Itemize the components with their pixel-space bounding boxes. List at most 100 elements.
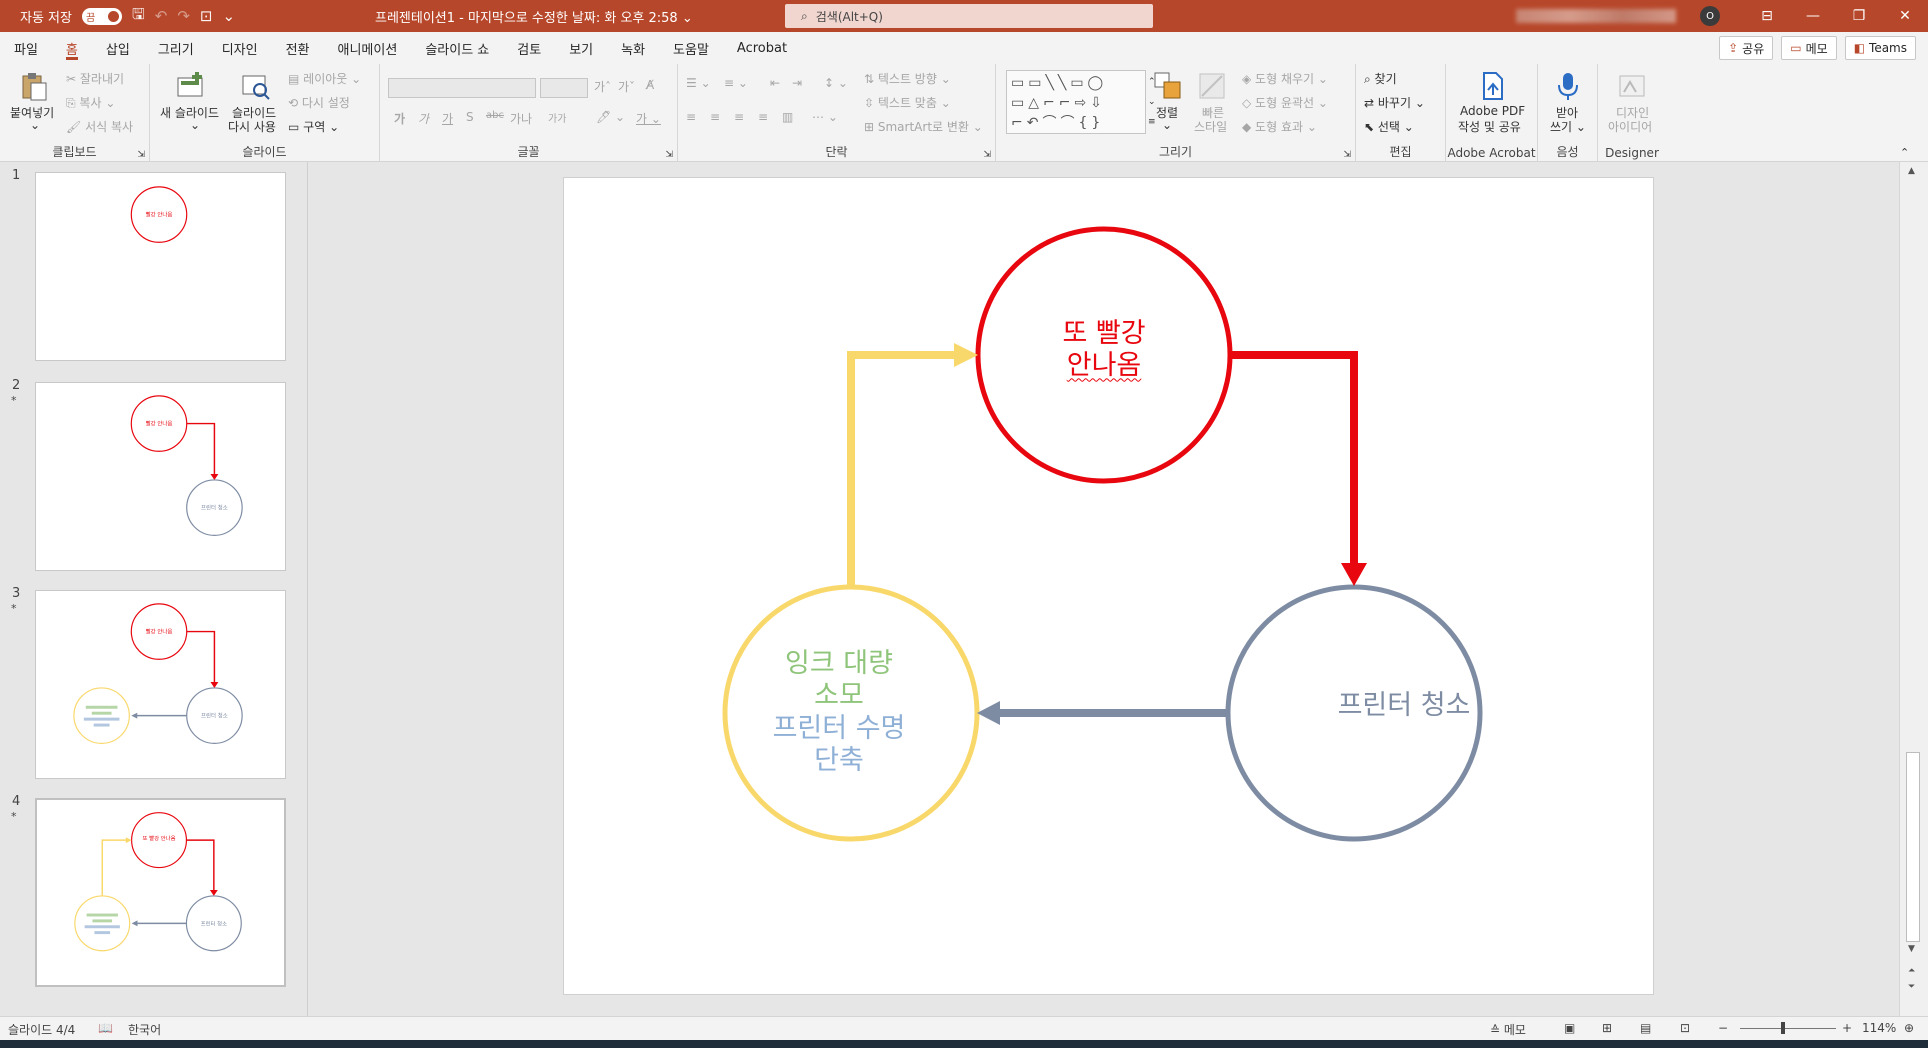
redo-icon[interactable]: ↷ bbox=[177, 7, 190, 25]
numbering-icon[interactable]: ≡ ⌄ bbox=[724, 76, 748, 90]
previous-slide-icon[interactable]: ⏶ bbox=[1908, 966, 1915, 976]
decrease-font-icon[interactable]: 가ˇ bbox=[618, 78, 635, 95]
tab-insert[interactable]: 삽입 bbox=[92, 32, 144, 64]
tab-view[interactable]: 보기 bbox=[555, 32, 607, 64]
align-right-icon[interactable]: ≡ bbox=[734, 110, 744, 124]
vertical-scrollbar[interactable]: ▲ ▼ ⏶ ⏷ bbox=[1899, 162, 1928, 1016]
left-circle-text[interactable]: 잉크 대량 소모 프린터 수명 단축 bbox=[694, 648, 984, 778]
underline-button[interactable]: 가 bbox=[442, 110, 453, 127]
slide-thumbnail-4[interactable]: 또 빨강 안나옴 프린터 청소 bbox=[35, 798, 286, 987]
shadow-button[interactable]: S bbox=[466, 110, 474, 124]
new-slide-dropdown-icon[interactable]: ⌄ bbox=[190, 118, 200, 132]
copy-button[interactable]: ⎘ 복사 ⌄ bbox=[66, 94, 115, 111]
highlight-color-icon[interactable]: 🖊 ⌄ bbox=[596, 110, 625, 124]
reuse-slides-icon[interactable] bbox=[240, 70, 272, 102]
reading-view-icon[interactable]: ▤ bbox=[1640, 1021, 1651, 1035]
replace-button[interactable]: ⇄ 바꾸기 ⌄ bbox=[1364, 94, 1425, 111]
italic-button[interactable]: 가 bbox=[418, 110, 429, 127]
tab-acrobat[interactable]: Acrobat bbox=[723, 32, 801, 64]
tab-file[interactable]: 파일 bbox=[0, 32, 52, 64]
tab-record[interactable]: 녹화 bbox=[607, 32, 659, 64]
language-indicator[interactable]: 한국어 bbox=[128, 1021, 161, 1038]
align-text-button[interactable]: ⇳ 텍스트 맞춤 ⌄ bbox=[864, 94, 951, 111]
shape-effects-button[interactable]: ◆ 도형 효과 ⌄ bbox=[1242, 118, 1317, 135]
distribute-icon[interactable]: ⋯ ⌄ bbox=[812, 110, 838, 124]
zoom-out-icon[interactable]: − bbox=[1718, 1021, 1728, 1035]
scrollbar-thumb[interactable] bbox=[1906, 752, 1920, 942]
dictate-label-2[interactable]: 쓰기 ⌄ bbox=[1550, 118, 1586, 135]
slide-thumbnail-2[interactable]: 빨강 안나옴 프린터 청소 bbox=[35, 382, 286, 571]
shapes-gallery[interactable]: ▭▭╲╲▭◯ ▭△⌐⌐⇨⇩ ⌐↶⌒⌒{} bbox=[1006, 70, 1146, 134]
ribbon-display-icon[interactable]: ⊟ bbox=[1744, 0, 1790, 32]
slide-thumbnail-3[interactable]: 빨강 안나옴 프린터 청소 bbox=[35, 590, 286, 779]
reset-button[interactable]: ⟲ 다시 설정 bbox=[288, 94, 350, 111]
quick-styles-label-2[interactable]: 스타일 bbox=[1194, 118, 1227, 135]
tab-help[interactable]: 도움말 bbox=[659, 32, 723, 64]
tab-review[interactable]: 검토 bbox=[503, 32, 555, 64]
increase-font-icon[interactable]: 가ˆ bbox=[594, 78, 611, 95]
microphone-icon[interactable] bbox=[1552, 70, 1584, 102]
customize-qat-icon[interactable]: ⌄ bbox=[223, 7, 236, 25]
save-icon[interactable]: 🖫 bbox=[132, 4, 145, 29]
justify-icon[interactable]: ≡ bbox=[758, 110, 768, 124]
comments-button[interactable]: ▭ 메모 bbox=[1781, 36, 1837, 60]
tab-slideshow[interactable]: 슬라이드 쇼 bbox=[411, 32, 503, 64]
slide-thumbnail-1[interactable]: 빨강 안나옴 bbox=[35, 172, 286, 361]
notes-button[interactable]: ≙ 메모 bbox=[1490, 1021, 1526, 1038]
shape-fill-button[interactable]: ◈ 도형 채우기 ⌄ bbox=[1242, 70, 1328, 87]
clipboard-launcher-icon[interactable]: ⇲ bbox=[137, 150, 145, 160]
reuse-slides-label-2[interactable]: 다시 사용 bbox=[228, 118, 276, 135]
zoom-level[interactable]: 114% bbox=[1862, 1021, 1896, 1035]
new-slide-icon[interactable] bbox=[175, 70, 207, 102]
bullets-icon[interactable]: ☰ ⌄ bbox=[686, 76, 711, 90]
tab-home[interactable]: 홈 bbox=[52, 32, 92, 64]
designer-icon[interactable] bbox=[1616, 70, 1648, 102]
paste-dropdown-icon[interactable]: ⌄ bbox=[30, 118, 40, 132]
slide-thumbnail-panel[interactable]: 1 빨강 안나옴 2 * 빨강 안나옴 프린터 청소 3 * 빨강 안나옴 프린… bbox=[0, 162, 308, 1016]
slide-sorter-icon[interactable]: ⊞ bbox=[1602, 1021, 1612, 1035]
font-size-dropdown[interactable] bbox=[540, 78, 588, 98]
layout-button[interactable]: ▤ 레이아웃 ⌄ bbox=[288, 70, 361, 87]
arrange-dropdown-icon[interactable]: ⌄ bbox=[1162, 118, 1172, 132]
increase-indent-icon[interactable]: ⇥ bbox=[792, 76, 802, 90]
fit-to-window-icon[interactable]: ⊕ bbox=[1904, 1021, 1914, 1035]
font-color-icon[interactable]: 가 ⌄ bbox=[636, 110, 661, 127]
next-slide-icon[interactable]: ⏷ bbox=[1908, 982, 1915, 992]
char-spacing-button[interactable]: 가나 bbox=[510, 110, 532, 127]
slideshow-view-icon[interactable]: ⊡ bbox=[1680, 1021, 1690, 1035]
accessibility-icon[interactable]: 📖 bbox=[98, 1021, 113, 1035]
tab-animations[interactable]: 애니메이션 bbox=[324, 32, 412, 64]
bold-button[interactable]: 가 bbox=[394, 110, 405, 127]
zoom-slider-thumb[interactable] bbox=[1781, 1022, 1785, 1034]
teams-button[interactable]: ◧ Teams bbox=[1844, 36, 1916, 60]
zoom-slider[interactable] bbox=[1740, 1028, 1836, 1029]
quick-styles-icon[interactable] bbox=[1196, 70, 1228, 102]
yellow-connector-arrow[interactable] bbox=[847, 351, 957, 586]
line-spacing-icon[interactable]: ↕ ⌄ bbox=[824, 76, 848, 90]
close-icon[interactable]: ✕ bbox=[1882, 0, 1928, 32]
columns-icon[interactable]: ▥ bbox=[782, 110, 793, 124]
drawing-launcher-icon[interactable]: ⇲ bbox=[1343, 150, 1351, 160]
align-left-icon[interactable]: ≡ bbox=[686, 110, 696, 124]
undo-icon[interactable]: ↶ bbox=[155, 7, 168, 25]
font-launcher-icon[interactable]: ⇲ bbox=[665, 150, 673, 160]
adobe-pdf-icon[interactable] bbox=[1476, 70, 1508, 102]
collapse-ribbon-icon[interactable]: ⌃ bbox=[1900, 146, 1909, 159]
section-button[interactable]: ▭ 구역 ⌄ bbox=[288, 118, 339, 135]
paste-icon[interactable] bbox=[18, 70, 50, 102]
top-circle-text[interactable]: 또 빨강 안나옴 bbox=[959, 318, 1249, 383]
tab-transitions[interactable]: 전환 bbox=[272, 32, 324, 64]
designer-label-2[interactable]: 아이디어 bbox=[1608, 118, 1652, 135]
tab-draw[interactable]: 그리기 bbox=[144, 32, 208, 64]
autosave-toggle[interactable]: 끔 bbox=[81, 7, 122, 25]
change-case-button[interactable]: 가가 bbox=[548, 110, 566, 125]
scroll-down-icon[interactable]: ▼ bbox=[1908, 944, 1915, 954]
restore-icon[interactable]: ❐ bbox=[1836, 0, 1882, 32]
adobe-pdf-button[interactable]: Adobe PDF bbox=[1460, 104, 1525, 118]
shape-outline-button[interactable]: ◇ 도형 윤곽선 ⌄ bbox=[1242, 94, 1328, 111]
font-name-dropdown[interactable] bbox=[388, 78, 536, 98]
current-slide-canvas[interactable]: 또 빨강 안나옴 잉크 대량 소모 프린터 수명 단축 프린터 청소 bbox=[563, 177, 1654, 995]
smartart-button[interactable]: ⊞ SmartArt로 변환 ⌄ bbox=[864, 118, 983, 135]
minimize-icon[interactable]: — bbox=[1790, 0, 1836, 32]
select-button[interactable]: ⬉ 선택 ⌄ bbox=[1364, 118, 1414, 135]
